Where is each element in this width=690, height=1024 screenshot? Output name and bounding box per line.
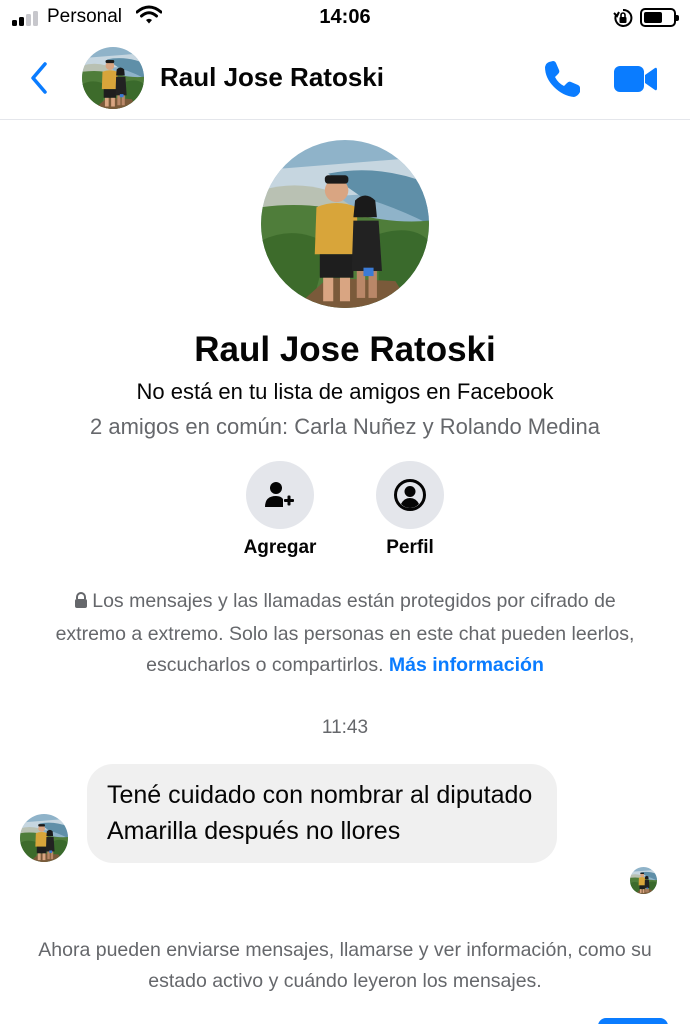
sender-avatar[interactable] <box>20 814 68 862</box>
add-friend-label: Agregar <box>243 537 317 558</box>
seen-receipt-avatar <box>630 867 657 894</box>
add-person-icon <box>265 482 294 507</box>
composer-button-partial[interactable] <box>598 1018 668 1024</box>
contact-avatar[interactable] <box>82 47 144 109</box>
more-info-link[interactable]: Más información <box>389 654 544 676</box>
lock-icon <box>74 588 88 619</box>
back-button[interactable] <box>24 58 54 98</box>
video-call-button[interactable] <box>612 60 658 100</box>
status-time: 14:06 <box>319 6 371 28</box>
view-profile-circle[interactable] <box>376 461 444 529</box>
contact-name[interactable]: Raul Jose Ratoski <box>160 62 384 93</box>
connection-notice: Ahora pueden enviarse mensajes, llamarse… <box>38 939 652 992</box>
chat-header: Raul Jose Ratoski <box>0 36 690 120</box>
mutual-friends: 2 amigos en común: Carla Nuñez y Rolando… <box>90 414 600 439</box>
orientation-lock-icon <box>612 7 634 34</box>
battery-icon <box>640 8 679 27</box>
video-camera-icon <box>614 66 657 92</box>
message-timestamp: 11:43 <box>321 717 369 738</box>
add-friend-button[interactable]: Agregar <box>220 461 340 559</box>
view-profile-button[interactable]: Perfil <box>350 461 470 559</box>
add-friend-circle[interactable] <box>246 461 314 529</box>
status-bar: Personal 14:06 <box>0 0 690 36</box>
message-bubble[interactable]: Tené cuidado con nombrar al diputado Ama… <box>87 764 557 863</box>
person-circle-icon <box>394 479 426 511</box>
phone-icon <box>545 61 580 97</box>
profile-photo[interactable] <box>261 140 429 308</box>
chevron-left-icon <box>31 62 47 94</box>
view-profile-label: Perfil <box>386 537 434 558</box>
profile-name: Raul Jose Ratoski <box>194 330 496 369</box>
friend-status: No está en tu lista de amigos en Faceboo… <box>136 379 554 404</box>
audio-call-button[interactable] <box>540 56 586 102</box>
encryption-notice-text: Los mensajes y las llamadas están proteg… <box>55 590 635 676</box>
encryption-notice: Los mensajes y las llamadas están proteg… <box>40 586 650 681</box>
